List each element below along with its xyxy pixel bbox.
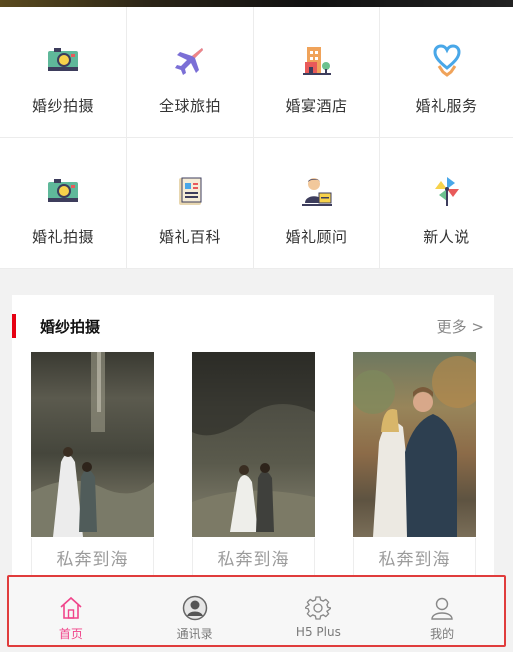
category-item-wedding-photo[interactable]: 婚纱拍摄 bbox=[0, 7, 127, 138]
photo-caption: 私奔到海 bbox=[353, 538, 476, 578]
pinwheel-icon bbox=[428, 172, 466, 210]
wedding-photo-image bbox=[353, 352, 476, 537]
tab-home[interactable]: 首页 bbox=[9, 577, 133, 645]
tab-label: 我的 bbox=[430, 627, 455, 641]
photo-caption: 私奔到海 bbox=[31, 538, 154, 578]
tab-contacts[interactable]: 通讯录 bbox=[133, 577, 257, 645]
wedding-photo-image bbox=[31, 352, 154, 537]
home-icon bbox=[58, 595, 84, 621]
category-label: 婚礼拍摄 bbox=[31, 228, 94, 246]
wedding-photo-image bbox=[192, 352, 315, 537]
user-icon bbox=[429, 595, 455, 621]
section-accent-bar bbox=[12, 314, 16, 338]
category-label: 新人说 bbox=[423, 228, 470, 246]
category-label: 婚礼顾问 bbox=[285, 228, 348, 246]
heart-service-icon bbox=[428, 41, 466, 79]
camera-icon bbox=[44, 172, 82, 210]
photo-card[interactable]: 私奔到海 bbox=[31, 352, 154, 578]
tab-label: H5 Plus bbox=[295, 625, 341, 639]
category-item-wedding-shoot[interactable]: 婚礼拍摄 bbox=[0, 138, 127, 269]
more-link[interactable]: 更多 > bbox=[437, 316, 484, 337]
category-grid: 婚纱拍摄 全球旅拍 婚宴酒店 婚礼服务 婚礼拍摄 婚礼百科 婚礼顾问 新人说 bbox=[0, 7, 513, 269]
airplane-icon bbox=[171, 41, 209, 79]
bottom-tab-bar: 首页 通讯录 H5 Plus 我的 bbox=[7, 575, 506, 647]
category-item-wedding-wiki[interactable]: 婚礼百科 bbox=[127, 138, 254, 269]
wedding-photo-section: 婚纱拍摄 更多 > 私奔到海 私奔到海 私奔到海 bbox=[12, 295, 494, 595]
tab-h5plus[interactable]: H5 Plus bbox=[257, 577, 381, 645]
category-item-banquet-hotel[interactable]: 婚宴酒店 bbox=[254, 7, 380, 138]
top-banner-edge bbox=[0, 0, 513, 7]
section-title: 婚纱拍摄 bbox=[40, 318, 101, 336]
contacts-icon bbox=[182, 595, 208, 621]
category-label: 婚礼百科 bbox=[158, 228, 221, 246]
tab-label: 首页 bbox=[58, 627, 83, 641]
book-icon bbox=[171, 172, 209, 210]
photo-card[interactable]: 私奔到海 bbox=[353, 352, 476, 578]
category-label: 婚纱拍摄 bbox=[31, 97, 94, 115]
category-item-wedding-service[interactable]: 婚礼服务 bbox=[380, 7, 513, 138]
gear-icon bbox=[303, 595, 333, 621]
tab-mine[interactable]: 我的 bbox=[380, 577, 504, 645]
hotel-icon bbox=[298, 41, 336, 79]
tab-label: 通讯录 bbox=[176, 627, 213, 641]
advisor-icon bbox=[298, 172, 336, 210]
category-label: 婚宴酒店 bbox=[285, 97, 348, 115]
category-item-wedding-advisor[interactable]: 婚礼顾问 bbox=[254, 138, 380, 269]
section-header: 婚纱拍摄 更多 > bbox=[12, 295, 494, 357]
photo-caption: 私奔到海 bbox=[192, 538, 315, 578]
category-label: 婚礼服务 bbox=[415, 97, 478, 115]
photo-card[interactable]: 私奔到海 bbox=[192, 352, 315, 578]
category-item-newlyweds-say[interactable]: 新人说 bbox=[380, 138, 513, 269]
category-item-global-travel[interactable]: 全球旅拍 bbox=[127, 7, 254, 138]
camera-icon bbox=[44, 41, 82, 79]
category-label: 全球旅拍 bbox=[158, 97, 221, 115]
